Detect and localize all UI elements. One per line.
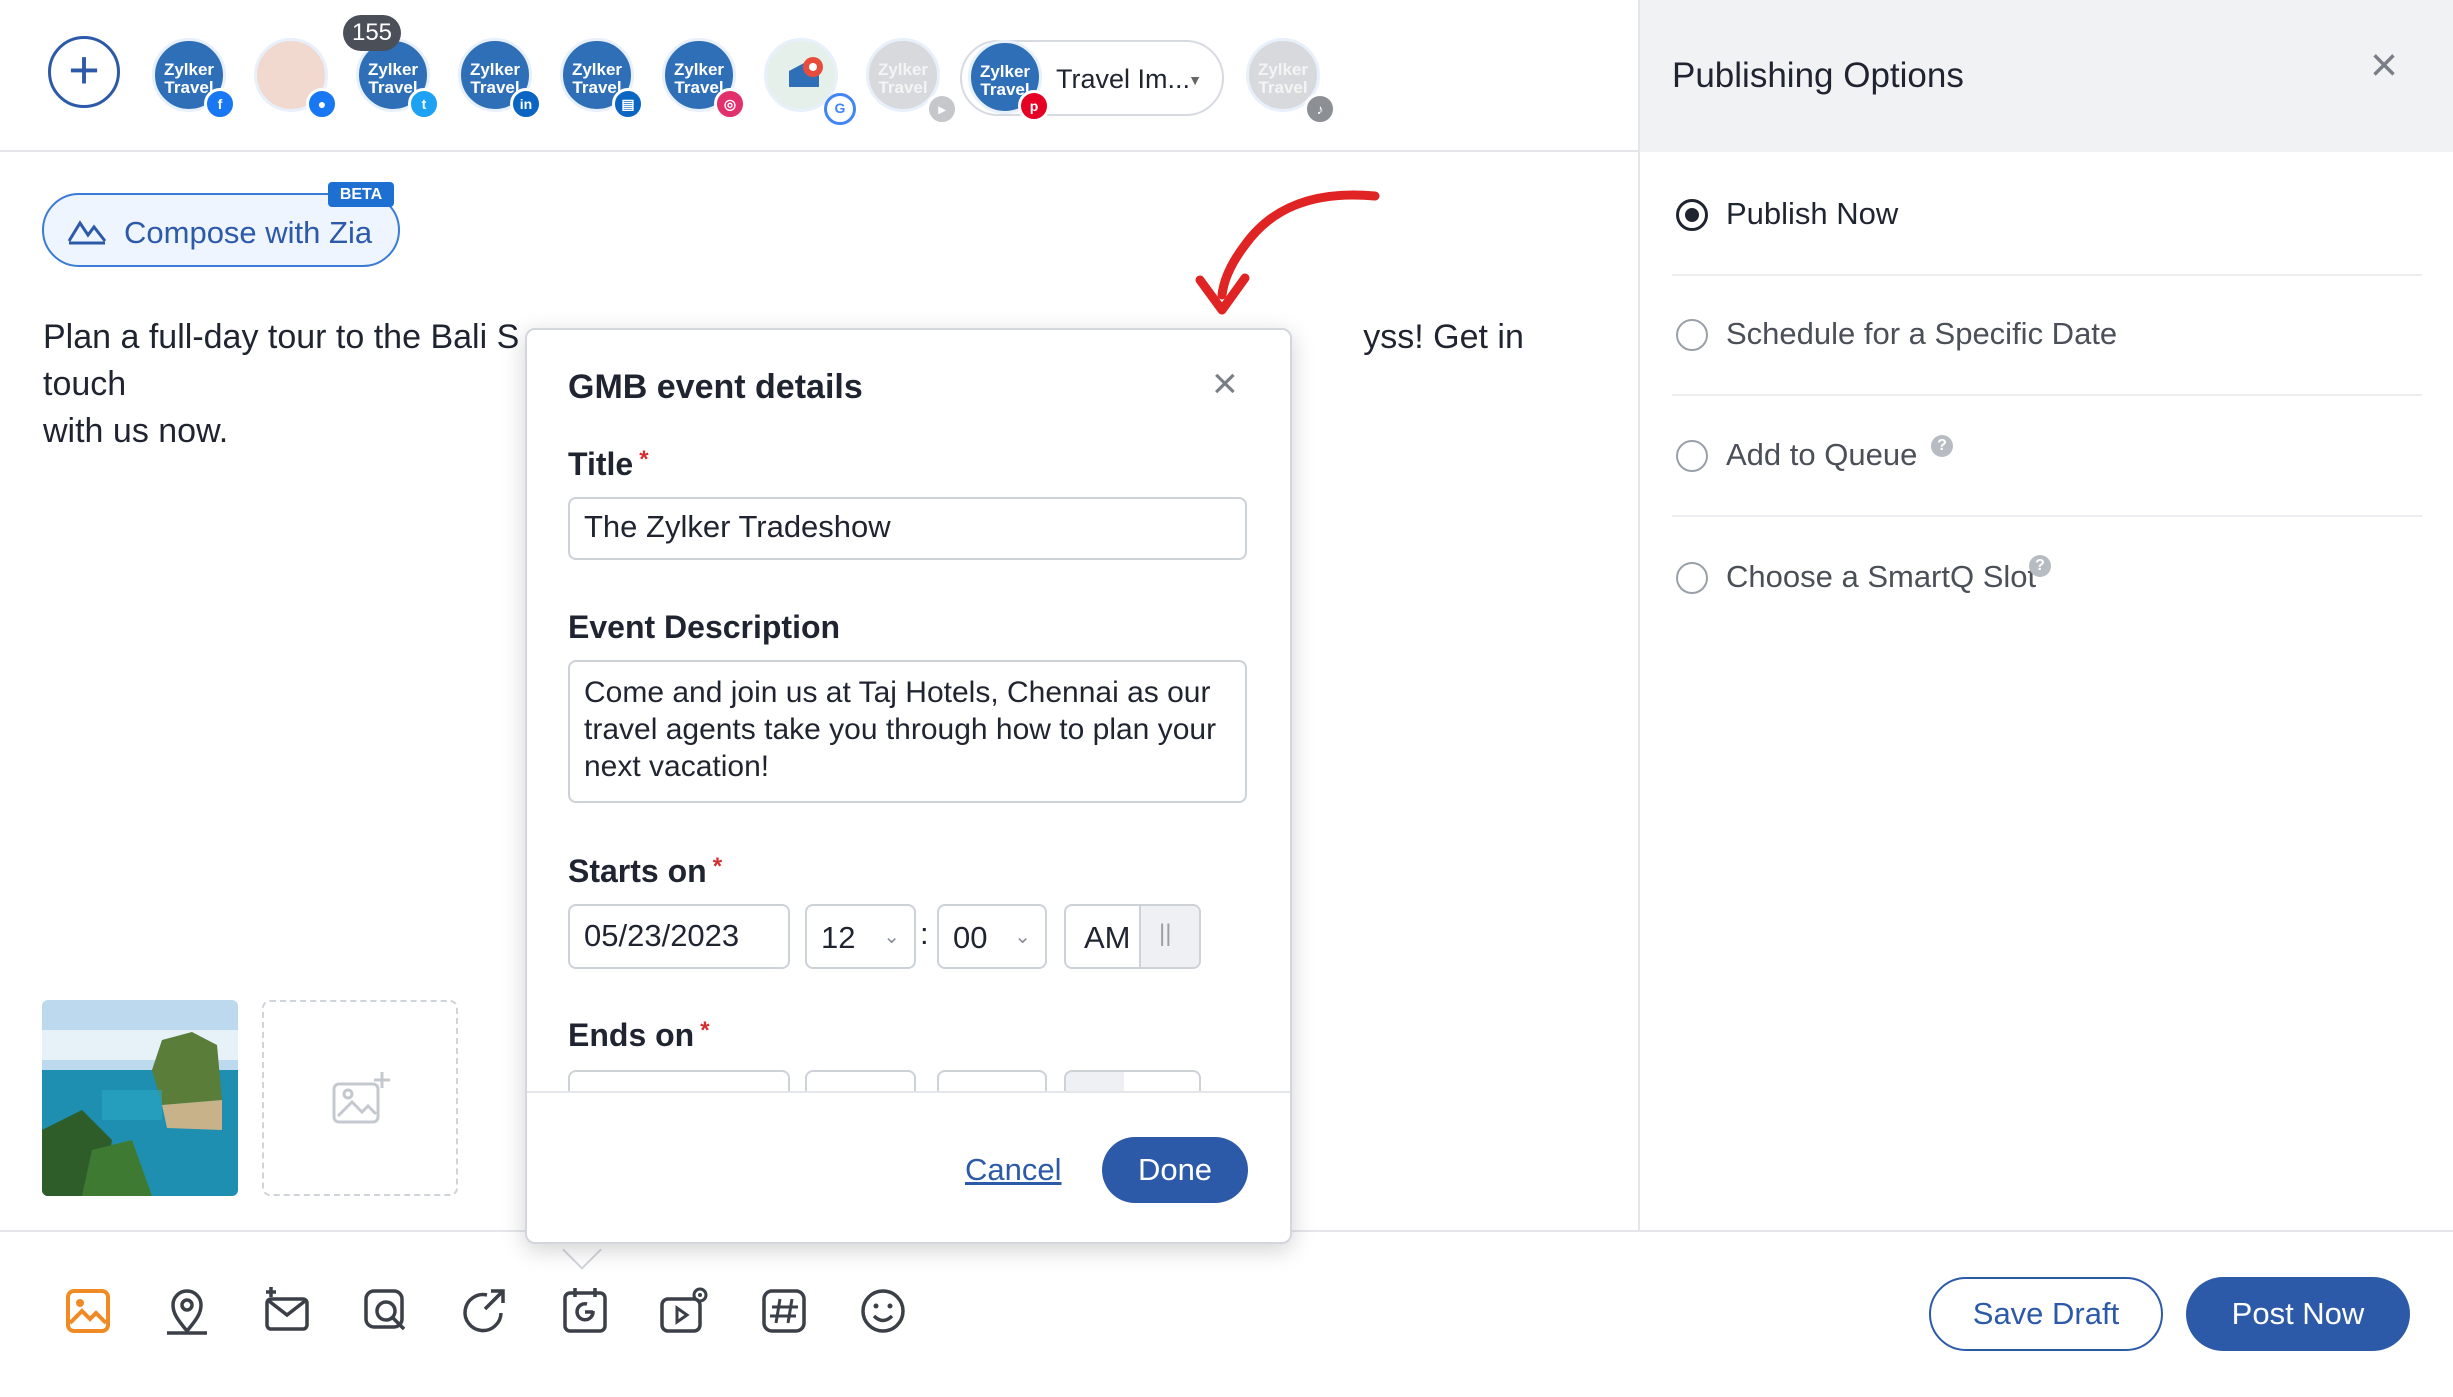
ends-on-label: Ends on *: [568, 1017, 710, 1053]
google-icon: G: [824, 93, 856, 125]
location-icon[interactable]: [159, 1283, 215, 1339]
option-schedule-date[interactable]: Schedule for a Specific Date: [1672, 284, 2422, 396]
radio-unselected[interactable]: [1676, 562, 1708, 594]
end-am-pm-toggle[interactable]: [1064, 1070, 1201, 1092]
start-hour-select[interactable]: 12 ⌄: [805, 904, 916, 969]
beta-badge: BETA: [328, 182, 394, 207]
linkedin-page-icon: ▤: [612, 88, 644, 120]
facebook-icon: f: [204, 88, 236, 120]
beach-image: [42, 1000, 238, 1196]
end-minute-select[interactable]: [937, 1070, 1047, 1092]
radio-unselected[interactable]: [1676, 440, 1708, 472]
starts-on-label: Starts on *: [568, 853, 723, 889]
dialog-title: GMB event details: [568, 368, 863, 406]
toggle-knob[interactable]: [1139, 906, 1199, 967]
add-channel-button[interactable]: +: [48, 36, 120, 108]
chevron-down-icon: ⌄: [1014, 926, 1031, 948]
end-date-input[interactable]: [568, 1070, 790, 1092]
search-image-icon[interactable]: [358, 1283, 414, 1339]
start-minute-select[interactable]: 00 ⌄: [937, 904, 1047, 969]
emoji-icon[interactable]: [855, 1283, 911, 1339]
help-icon[interactable]: ?: [1931, 435, 1953, 457]
annotation-arrow-icon: [1195, 190, 1380, 315]
required-marker: *: [639, 446, 649, 473]
image-icon[interactable]: [60, 1283, 116, 1339]
twitter-icon: t: [408, 88, 440, 120]
notification-count-badge: 155: [343, 15, 401, 51]
post-text-line2: with us now.: [43, 412, 229, 450]
required-marker: *: [712, 853, 723, 880]
gmb-event-icon[interactable]: [557, 1283, 613, 1339]
close-dialog-icon[interactable]: ×: [1212, 362, 1238, 406]
media-thumbnail[interactable]: [42, 1000, 238, 1196]
am-pm-toggle[interactable]: AM: [1064, 904, 1201, 969]
event-title-input[interactable]: The Zylker Tradeshow: [568, 497, 1247, 560]
video-settings-icon[interactable]: [656, 1283, 712, 1339]
radio-unselected[interactable]: [1676, 319, 1708, 351]
panel-title: Publishing Options: [1672, 56, 1964, 95]
help-icon[interactable]: ?: [2029, 555, 2051, 577]
mail-plus-icon[interactable]: [259, 1283, 315, 1339]
youtube-icon: ▸: [926, 93, 958, 125]
start-date-input[interactable]: 05/23/2023: [568, 904, 790, 969]
save-draft-button[interactable]: Save Draft: [1929, 1277, 2163, 1351]
required-marker: *: [700, 1017, 710, 1044]
done-button[interactable]: Done: [1102, 1137, 1248, 1203]
add-image-icon: [332, 1072, 390, 1124]
pinterest-icon: p: [1018, 90, 1050, 122]
option-smartq-slot[interactable]: Choose a SmartQ Slot ?: [1672, 527, 2422, 637]
description-label: Event Description: [568, 609, 841, 645]
close-panel-icon[interactable]: ×: [2370, 42, 2398, 90]
share-icon[interactable]: [457, 1283, 513, 1339]
cancel-link[interactable]: Cancel: [965, 1152, 1062, 1188]
add-media-button[interactable]: [262, 1000, 458, 1196]
radio-selected[interactable]: [1676, 199, 1708, 231]
event-description-textarea[interactable]: Come and join us at Taj Hotels, Chennai …: [568, 660, 1247, 803]
chevron-down-icon: ⌄: [883, 926, 900, 948]
option-add-to-queue[interactable]: Add to Queue ?: [1672, 405, 2422, 517]
time-separator: :: [920, 916, 929, 951]
end-hour-select[interactable]: [805, 1070, 916, 1092]
instagram-icon: ◎: [714, 88, 746, 120]
post-now-button[interactable]: Post Now: [2186, 1277, 2410, 1351]
caret-down-icon: ▼: [1188, 72, 1202, 88]
option-publish-now[interactable]: Publish Now: [1672, 164, 2422, 276]
hashtag-icon[interactable]: [756, 1283, 812, 1339]
title-label: Title *: [568, 446, 649, 482]
tiktok-icon: ♪: [1304, 93, 1336, 125]
dialog-divider: [527, 1091, 1290, 1093]
group-icon: ●: [306, 88, 338, 120]
zia-icon: [67, 220, 107, 245]
end-datetime-row: [568, 1070, 1208, 1092]
linkedin-icon: in: [510, 88, 542, 120]
